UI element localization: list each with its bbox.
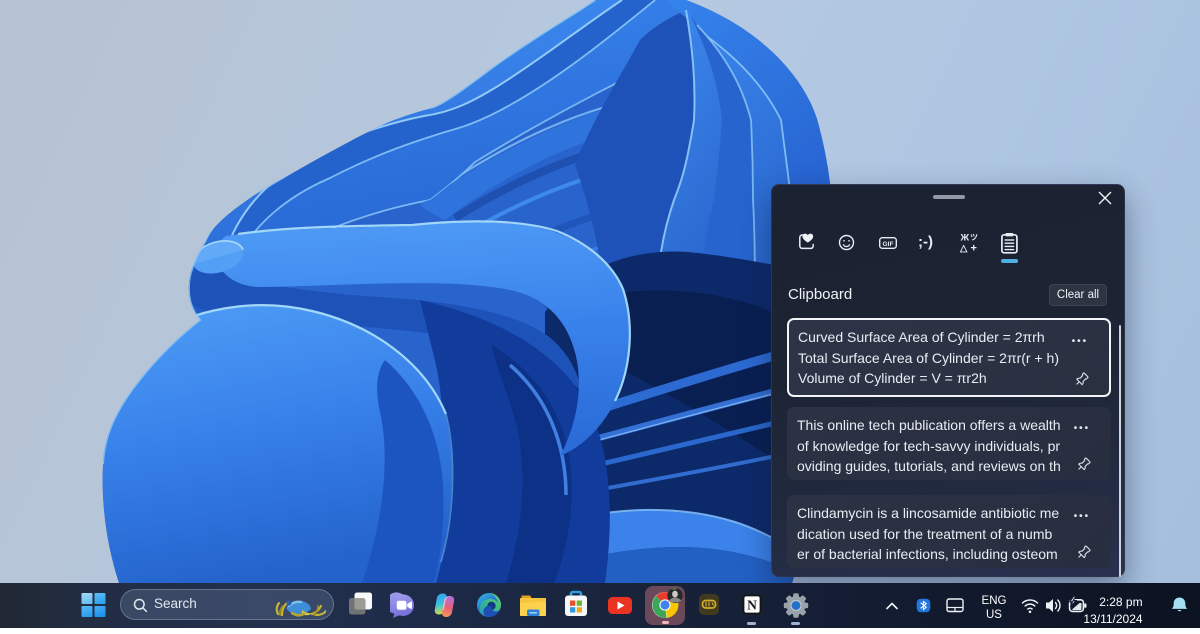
svg-text:△: △ <box>959 243 968 254</box>
svg-text:Ж: Ж <box>960 233 970 244</box>
svg-text:+: + <box>971 243 977 255</box>
svg-text:N: N <box>747 598 757 613</box>
svg-text:ツ: ツ <box>970 233 978 242</box>
svg-text:GIF: GIF <box>883 241 894 248</box>
svg-text:;-): ;-) <box>918 234 933 251</box>
